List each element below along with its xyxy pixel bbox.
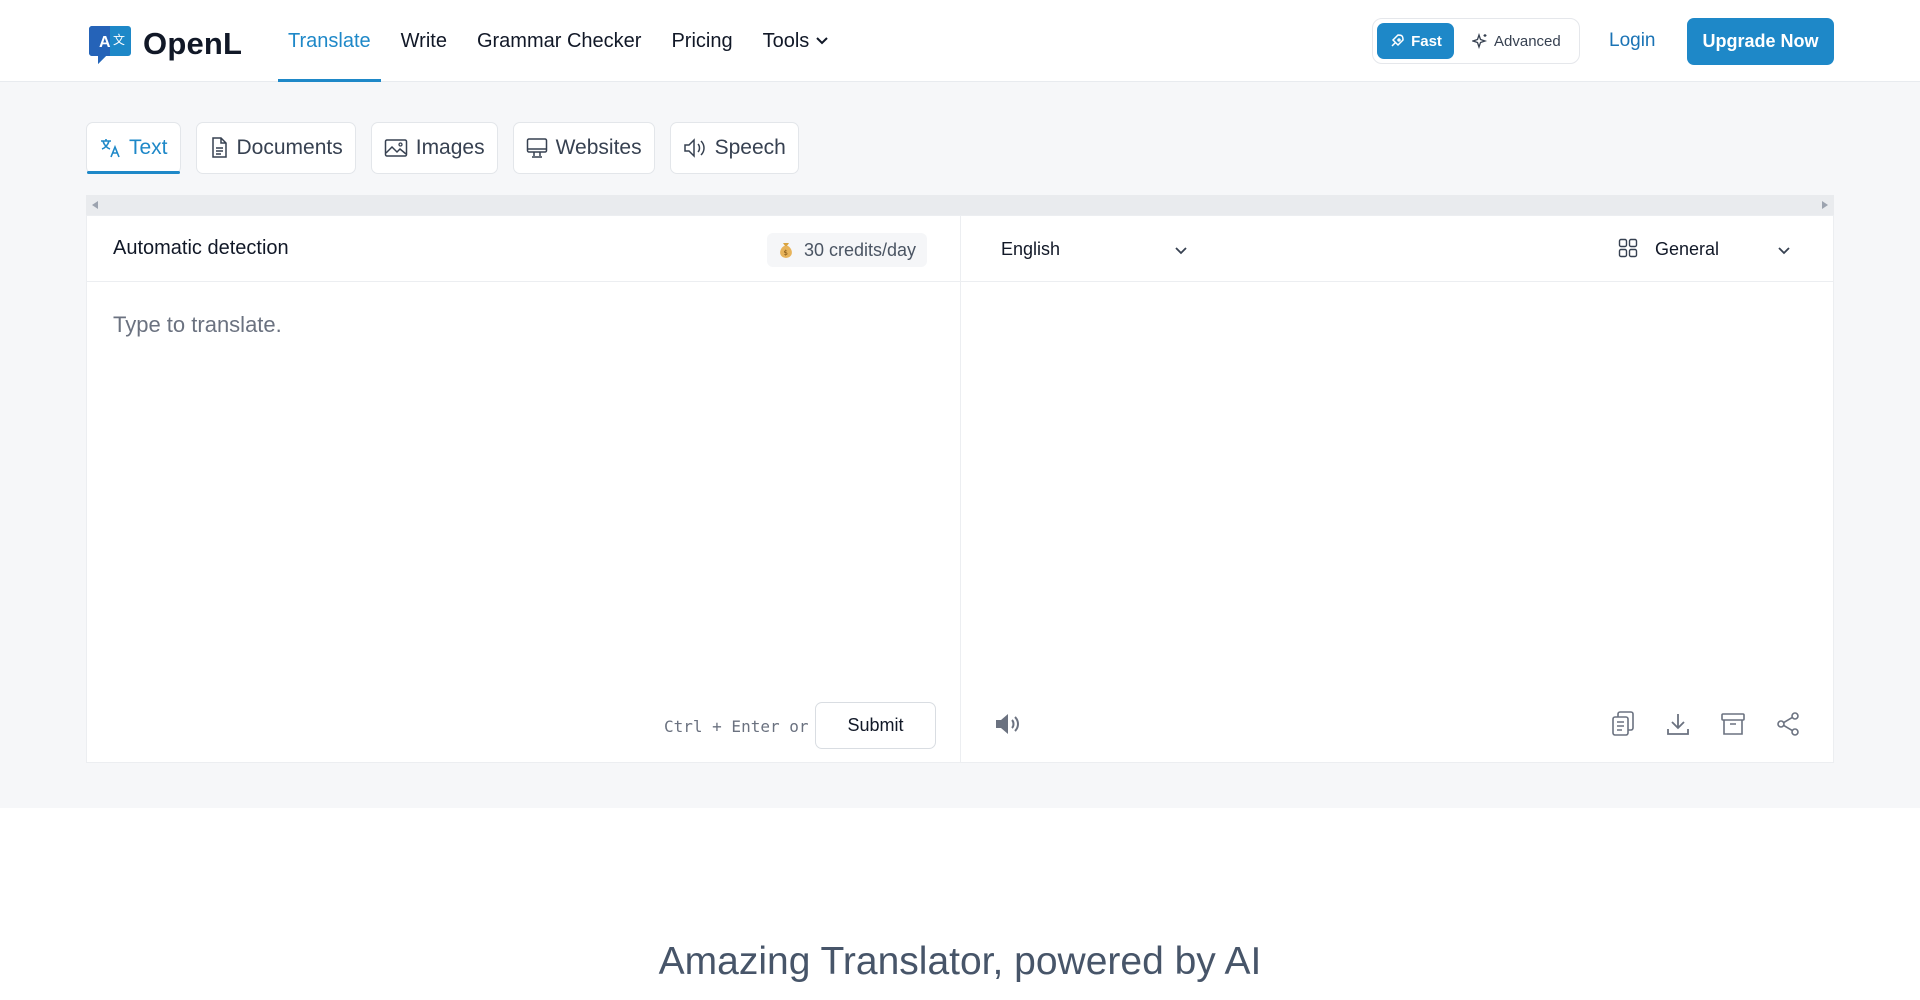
tab-speech[interactable]: Speech <box>669 122 799 174</box>
nav-pricing-label: Pricing <box>671 29 733 52</box>
tab-images-label: Images <box>415 136 485 159</box>
upgrade-button[interactable]: Upgrade Now <box>1687 18 1834 65</box>
logo-letter-zh: 文 <box>113 32 125 47</box>
mode-fast-button[interactable]: Fast <box>1377 23 1454 59</box>
login-link[interactable]: Login <box>1609 30 1656 52</box>
nav-grammar-label: Grammar Checker <box>476 29 642 52</box>
nav-write[interactable]: Write <box>391 0 457 82</box>
output-actions <box>1609 710 1829 738</box>
archive-icon[interactable] <box>1719 710 1747 738</box>
nav-write-label: Write <box>400 29 447 52</box>
mode-advanced-label: Advanced <box>1494 32 1561 50</box>
speaker-icon <box>683 138 705 158</box>
rocket-icon <box>1391 34 1404 47</box>
tab-documents[interactable]: Documents <box>195 122 356 174</box>
scroll-right-icon[interactable] <box>1822 201 1828 209</box>
top-header: A 文 OpenL Translate Write Grammar Checke… <box>0 0 1920 82</box>
tab-text[interactable]: Text <box>86 122 181 174</box>
submit-button[interactable]: Submit <box>815 702 936 749</box>
domain-select[interactable]: General <box>1655 239 1719 260</box>
document-icon <box>211 137 227 158</box>
mode-fast-label: Fast <box>1411 32 1442 50</box>
nav-translate-label: Translate <box>288 29 371 52</box>
volume-icon[interactable] <box>994 711 1024 742</box>
credits-badge: $ 30 credits/day <box>767 233 928 267</box>
scroll-left-icon[interactable] <box>92 201 98 209</box>
mode-advanced-button[interactable]: Advanced <box>1462 23 1571 59</box>
translate-icon <box>101 139 120 158</box>
credits-label: 30 credits/day <box>804 239 917 260</box>
download-icon[interactable] <box>1664 710 1692 738</box>
source-pane: Automatic detection $ 30 credits/day Typ… <box>87 216 961 762</box>
nav-tools[interactable]: Tools <box>753 0 840 82</box>
tab-websites[interactable]: Websites <box>512 122 655 174</box>
grid-icon <box>1618 238 1638 263</box>
tab-speech-label: Speech <box>714 136 786 159</box>
target-pane: English General <box>961 216 1833 762</box>
main-nav: Translate Write Grammar Checker Pricing … <box>278 0 849 82</box>
input-type-tabs: Text Documents Images Websites Speech <box>86 122 814 174</box>
logo-letter-a: A <box>99 34 111 51</box>
tab-images[interactable]: Images <box>370 122 498 174</box>
target-language-select[interactable]: English <box>1001 239 1060 260</box>
nav-pricing[interactable]: Pricing <box>661 0 742 82</box>
nav-tools-label: Tools <box>762 29 810 52</box>
tab-documents-label: Documents <box>236 136 343 159</box>
brand-logo[interactable]: A 文 OpenL <box>89 22 242 66</box>
mode-toggle: Fast Advanced <box>1372 18 1580 64</box>
tab-websites-label: Websites <box>555 136 642 159</box>
chevron-down-icon <box>815 36 829 46</box>
logo-mark-icon: A 文 <box>89 22 133 66</box>
monitor-icon <box>526 138 547 158</box>
share-icon[interactable] <box>1774 710 1802 738</box>
source-language-select[interactable]: Automatic detection <box>113 237 289 260</box>
sparkle-icon <box>1472 33 1488 49</box>
svg-text:$: $ <box>784 249 788 257</box>
nav-grammar-checker[interactable]: Grammar Checker <box>467 0 651 82</box>
translator-panel: Automatic detection $ 30 credits/day Typ… <box>86 215 1834 763</box>
source-placeholder: Type to translate. <box>113 312 282 337</box>
hero-headline: Amazing Translator, powered by AI <box>658 940 1262 983</box>
tab-text-label: Text <box>129 136 168 159</box>
image-icon <box>384 139 407 157</box>
copy-icon[interactable] <box>1609 710 1637 738</box>
money-bag-icon: $ <box>778 241 794 259</box>
keyboard-shortcut-hint: Ctrl + Enter or <box>664 717 809 736</box>
chevron-down-icon[interactable] <box>1777 243 1791 261</box>
horizontal-scrollbar[interactable] <box>86 195 1834 215</box>
nav-translate[interactable]: Translate <box>278 0 381 82</box>
source-text-input[interactable] <box>87 282 959 682</box>
source-header: Automatic detection $ 30 credits/day <box>87 216 960 282</box>
target-header: English General <box>961 216 1833 282</box>
chevron-down-icon[interactable] <box>1174 243 1188 261</box>
brand-name: OpenL <box>143 26 243 61</box>
